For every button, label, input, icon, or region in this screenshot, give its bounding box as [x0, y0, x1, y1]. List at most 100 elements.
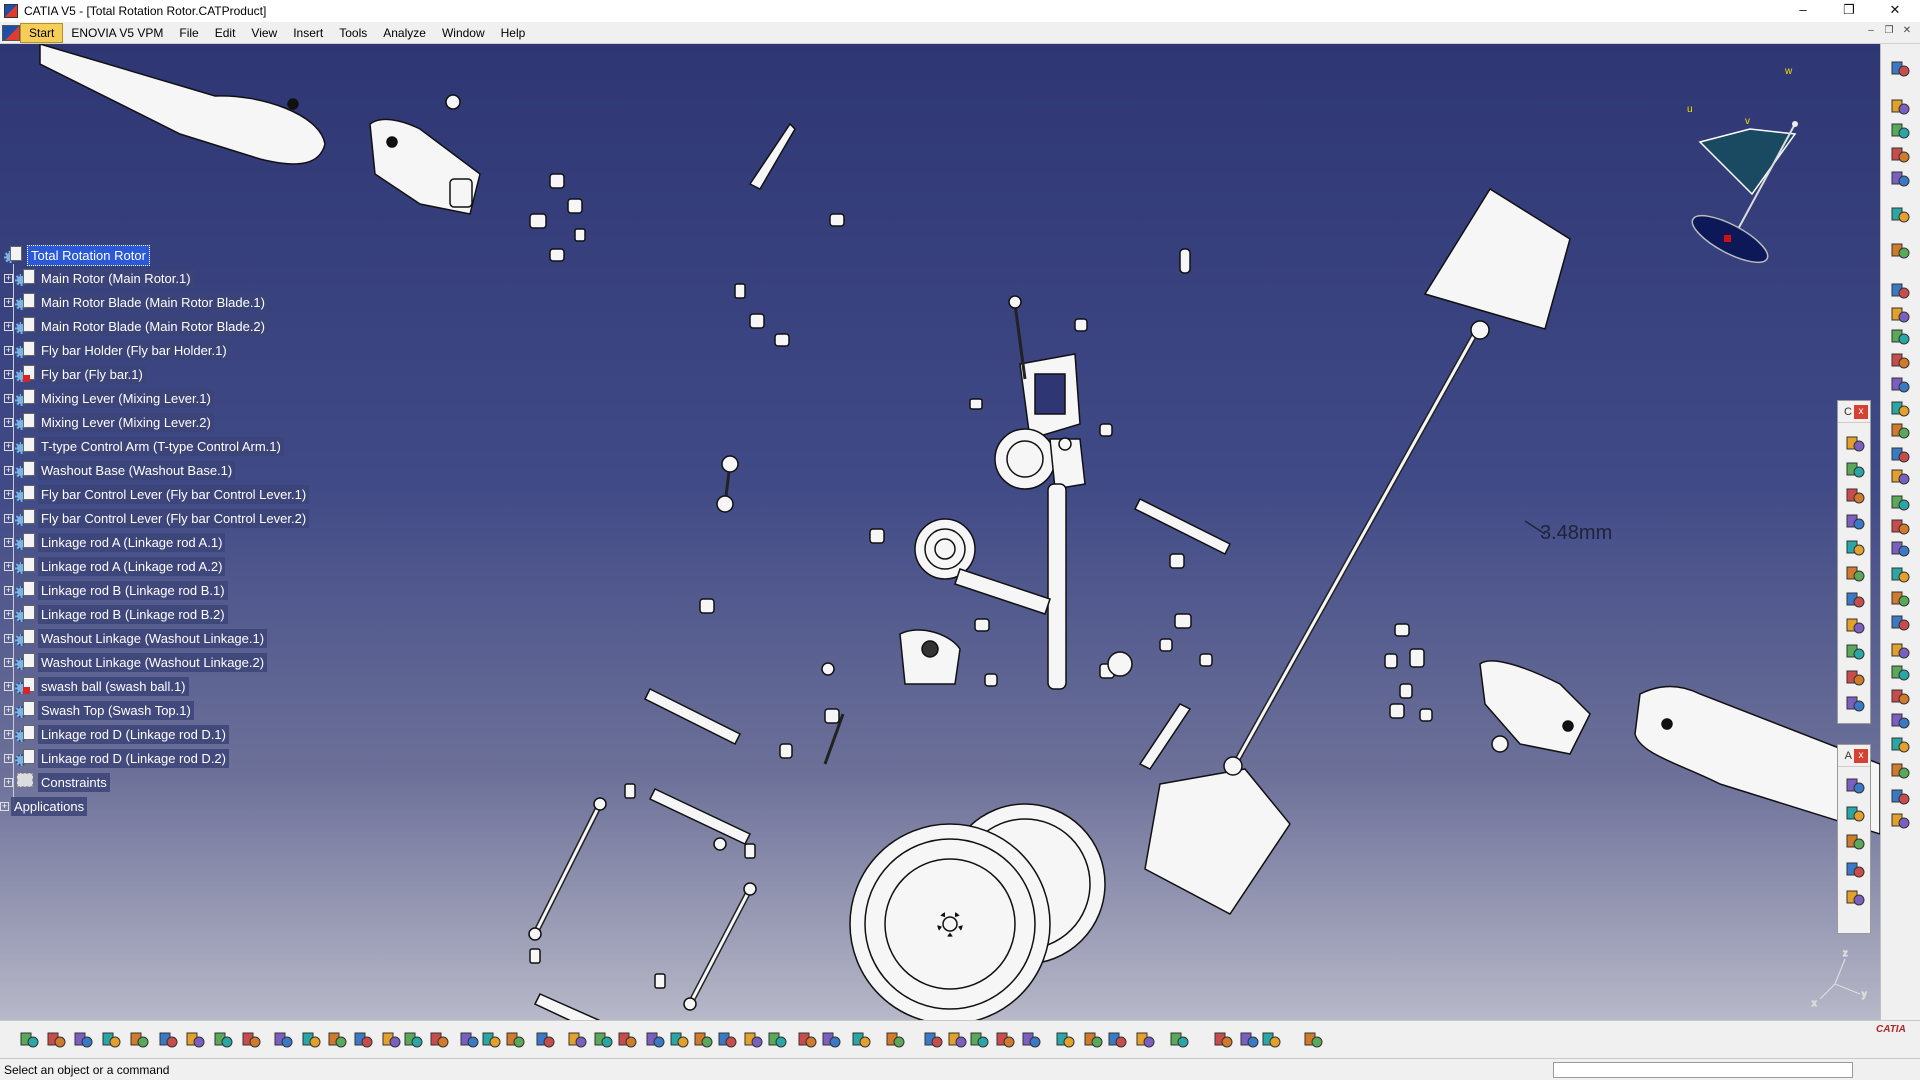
- tree-item-label[interactable]: Applications: [11, 796, 88, 816]
- tree-item[interactable]: + Main Rotor Blade (Main Rotor Blade.2): [4, 315, 268, 337]
- tree-item-label[interactable]: Mixing Lever (Mixing Lever.1): [38, 388, 214, 408]
- tree-item-label[interactable]: T-type Control Arm (T-type Control Arm.1…: [38, 436, 284, 456]
- tool-icon[interactable]: [1844, 511, 1866, 533]
- tool-icon[interactable]: [1889, 420, 1913, 442]
- tool-icon[interactable]: [1889, 466, 1913, 488]
- tree-item[interactable]: + Mixing Lever (Mixing Lever.2): [4, 411, 214, 433]
- tool-icon[interactable]: [1844, 641, 1866, 663]
- expand-icon[interactable]: +: [4, 345, 13, 355]
- tool-icon[interactable]: [1238, 1029, 1260, 1051]
- tool-icon[interactable]: [157, 1029, 179, 1051]
- tool-icon[interactable]: [1302, 1029, 1324, 1051]
- tree-item-label[interactable]: Linkage rod A (Linkage rod A.1): [38, 532, 226, 552]
- floating-toolbar-a[interactable]: Ax: [1837, 744, 1871, 934]
- fly-bar-paddle-bottom[interactable]: [1144, 768, 1291, 915]
- tool-icon[interactable]: [458, 1029, 480, 1051]
- tool-icon[interactable]: [1168, 1029, 1190, 1051]
- tool-icon[interactable]: [1889, 120, 1913, 142]
- tool-icon[interactable]: [1844, 615, 1866, 637]
- mixing-lever-1[interactable]: [643, 687, 742, 746]
- tool-icon[interactable]: [820, 1029, 842, 1051]
- expand-icon[interactable]: +: [4, 537, 13, 547]
- tool-icon[interactable]: [1889, 326, 1913, 348]
- tool-icon[interactable]: [1889, 350, 1913, 372]
- tool-icon[interactable]: [100, 1029, 122, 1051]
- tree-root-label[interactable]: Total Rotation Rotor: [27, 244, 150, 266]
- tool-icon[interactable]: [1889, 204, 1913, 226]
- tool-icon[interactable]: [1844, 537, 1866, 559]
- expand-icon[interactable]: +: [4, 369, 13, 379]
- tree-item-applications[interactable]: + Applications: [0, 795, 88, 817]
- close-icon[interactable]: x: [1854, 404, 1868, 419]
- tool-icon[interactable]: [1889, 612, 1913, 634]
- expand-icon[interactable]: +: [4, 585, 13, 595]
- tree-item[interactable]: + Linkage rod B (Linkage rod B.2): [4, 603, 228, 625]
- expand-icon[interactable]: +: [4, 753, 13, 763]
- tool-icon[interactable]: [1889, 686, 1913, 708]
- tool-icon[interactable]: [1889, 280, 1913, 302]
- tool-icon[interactable]: [240, 1029, 262, 1051]
- tree-item[interactable]: + Washout Base (Washout Base.1): [4, 459, 236, 481]
- tool-icon[interactable]: [1020, 1029, 1042, 1051]
- tool-icon[interactable]: [884, 1029, 906, 1051]
- mdi-minimize-button[interactable]: –: [1862, 25, 1880, 36]
- document-menu-icon[interactable]: [2, 24, 20, 41]
- tool-icon[interactable]: [1106, 1029, 1128, 1051]
- tool-icon[interactable]: [534, 1029, 556, 1051]
- tree-item[interactable]: + Main Rotor Blade (Main Rotor Blade.1): [4, 291, 268, 313]
- tool-icon[interactable]: [968, 1029, 990, 1051]
- tool-icon[interactable]: [766, 1029, 788, 1051]
- tree-root[interactable]: Total Rotation Rotor: [4, 244, 150, 266]
- tool-icon[interactable]: [742, 1029, 764, 1051]
- tool-icon[interactable]: [212, 1029, 234, 1051]
- tree-item-label[interactable]: Main Rotor (Main Rotor.1): [38, 268, 194, 288]
- tree-item[interactable]: + Swash Top (Swash Top.1): [4, 699, 194, 721]
- tool-icon[interactable]: [1889, 564, 1913, 586]
- floating-toolbar-c[interactable]: Cx: [1837, 400, 1871, 724]
- tool-icon[interactable]: [566, 1029, 588, 1051]
- expand-icon[interactable]: +: [4, 321, 13, 331]
- menu-analyze[interactable]: Analyze: [375, 23, 434, 43]
- tool-icon[interactable]: [1844, 433, 1866, 455]
- expand-icon[interactable]: +: [4, 417, 13, 427]
- tree-item-label[interactable]: Linkage rod B (Linkage rod B.1): [38, 580, 228, 600]
- 3d-viewport[interactable]: w u v z y x Total Rotation Rotor + Main R…: [0, 44, 1880, 1020]
- tree-item-label[interactable]: Constraints: [38, 772, 110, 792]
- tree-item-label[interactable]: Linkage rod B (Linkage rod B.2): [38, 604, 228, 624]
- expand-icon[interactable]: +: [4, 441, 13, 451]
- tree-item[interactable]: + Linkage rod D (Linkage rod D.2): [4, 747, 229, 769]
- menu-start[interactable]: Start: [20, 22, 64, 43]
- expand-icon[interactable]: +: [4, 465, 13, 475]
- close-button[interactable]: ✕: [1872, 0, 1918, 22]
- tree-item-label[interactable]: Mixing Lever (Mixing Lever.2): [38, 412, 214, 432]
- tool-icon[interactable]: [1844, 887, 1866, 909]
- tool-icon[interactable]: [1844, 667, 1866, 689]
- tool-icon[interactable]: [1889, 492, 1913, 514]
- tool-icon[interactable]: [994, 1029, 1016, 1051]
- expand-icon[interactable]: +: [4, 297, 13, 307]
- tool-icon[interactable]: [1889, 144, 1913, 166]
- tool-icon[interactable]: [1889, 734, 1913, 756]
- menu-enovia[interactable]: ENOVIA V5 VPM: [63, 23, 171, 43]
- tool-icon[interactable]: [1260, 1029, 1282, 1051]
- tool-icon[interactable]: [1889, 168, 1913, 190]
- tree-item-label[interactable]: Linkage rod D (Linkage rod D.2): [38, 748, 229, 768]
- tree-item-label[interactable]: Washout Linkage (Washout Linkage.2): [38, 652, 268, 672]
- tool-icon[interactable]: [480, 1029, 502, 1051]
- tree-item-label[interactable]: Main Rotor Blade (Main Rotor Blade.1): [38, 292, 268, 312]
- expand-icon[interactable]: +: [4, 705, 13, 715]
- minimize-button[interactable]: –: [1780, 0, 1826, 22]
- expand-icon[interactable]: +: [4, 513, 13, 523]
- expand-icon[interactable]: +: [4, 729, 13, 739]
- mdi-restore-button[interactable]: ❐: [1880, 25, 1898, 36]
- tool-icon[interactable]: [1889, 398, 1913, 420]
- tree-item[interactable]: + Linkage rod D (Linkage rod D.1): [4, 723, 229, 745]
- tool-icon[interactable]: [922, 1029, 944, 1051]
- tool-icon[interactable]: [1054, 1029, 1076, 1051]
- tool-icon[interactable]: [504, 1029, 526, 1051]
- tool-icon[interactable]: [72, 1029, 94, 1051]
- tool-icon[interactable]: [1844, 459, 1866, 481]
- tool-icon[interactable]: [644, 1029, 666, 1051]
- expand-icon[interactable]: +: [4, 681, 13, 691]
- tree-item-label[interactable]: Fly bar Control Lever (Fly bar Control L…: [38, 484, 310, 504]
